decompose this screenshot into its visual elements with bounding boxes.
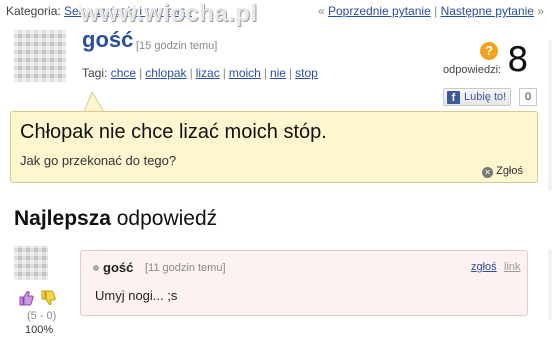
category-label: Kategoria: bbox=[6, 4, 61, 18]
prev-arrow: « bbox=[317, 4, 325, 18]
best-answer-heading-bold: Najlepsza bbox=[14, 207, 111, 230]
answer-report-link[interactable]: zgłoś bbox=[471, 261, 497, 273]
like-button[interactable]: f Lubię to! bbox=[443, 88, 512, 106]
status-dot bbox=[93, 265, 99, 271]
like-label: Lubię to! bbox=[464, 91, 507, 103]
tag-separator: | bbox=[263, 66, 267, 80]
like-count: 0 bbox=[519, 88, 537, 106]
vote-percent: 100% bbox=[25, 324, 54, 336]
question-author-avatar bbox=[14, 30, 66, 82]
tags-label: Tagi: bbox=[82, 66, 108, 80]
tag-link[interactable]: moich bbox=[229, 66, 261, 80]
best-answer-heading-rest: odpowiedź bbox=[116, 207, 218, 230]
thumbs-up-icon[interactable] bbox=[18, 290, 34, 306]
tag-separator: | bbox=[288, 66, 293, 80]
tag-link[interactable]: nie bbox=[270, 66, 286, 80]
thumbs-down-icon[interactable] bbox=[40, 290, 56, 306]
side-strip bbox=[548, 40, 552, 190]
tags-row: Tagi: chce | chlopak | lizac | moich | nie | stop bbox=[82, 66, 318, 80]
question-navigation: « Poprzednie pytanie | Następne pytanie … bbox=[318, 4, 544, 18]
next-question-link[interactable]: Następne pytanie bbox=[441, 4, 534, 18]
question-mark-icon: ? bbox=[480, 42, 498, 60]
answer-box: gość [11 godzin temu] zgłoś link Umyj no… bbox=[80, 250, 528, 316]
tag-separator: | bbox=[139, 66, 143, 80]
next-arrow: » bbox=[537, 4, 544, 18]
answer-author: gość bbox=[103, 260, 134, 275]
answer-text: Umyj nogi... ;s bbox=[95, 288, 178, 303]
question-time: [15 godzin temu] bbox=[136, 40, 218, 52]
tag-link[interactable]: stop bbox=[295, 66, 318, 80]
question-body: Jak go przekonać do tego? bbox=[20, 153, 177, 168]
question-report-label: Zgłoś bbox=[496, 165, 523, 177]
tag-link[interactable]: lizac bbox=[196, 66, 220, 80]
nav-separator: | bbox=[434, 4, 438, 18]
tag-separator: | bbox=[189, 66, 193, 80]
question-title: Chłopak nie chce lizać moich stóp. bbox=[20, 121, 327, 143]
question-report-button[interactable]: ✕ Zgłoś bbox=[482, 165, 523, 178]
question-author: gość bbox=[82, 27, 134, 52]
tag-link[interactable]: chce bbox=[111, 66, 136, 80]
answer-time: [11 godzin temu] bbox=[145, 262, 226, 274]
facebook-icon: f bbox=[447, 91, 460, 104]
prev-question-link[interactable]: Poprzednie pytanie bbox=[328, 4, 431, 18]
vote-score: (5 - 0) bbox=[27, 310, 57, 322]
tag-separator: | bbox=[222, 66, 226, 80]
answers-count: 8 bbox=[507, 40, 529, 80]
tag-link[interactable]: chlopak bbox=[145, 66, 186, 80]
question-box: Chłopak nie chce lizać moich stóp. Jak g… bbox=[10, 111, 538, 183]
answer-author-avatar bbox=[14, 246, 48, 280]
answers-label: odpowiedzi: bbox=[443, 64, 502, 76]
close-icon: ✕ bbox=[482, 167, 494, 178]
watermark: www.wiocha.pl bbox=[80, 0, 258, 27]
best-answer-heading: Najlepsza odpowiedź bbox=[14, 207, 217, 231]
answer-permalink[interactable]: link bbox=[504, 261, 521, 273]
side-strip bbox=[548, 250, 552, 320]
